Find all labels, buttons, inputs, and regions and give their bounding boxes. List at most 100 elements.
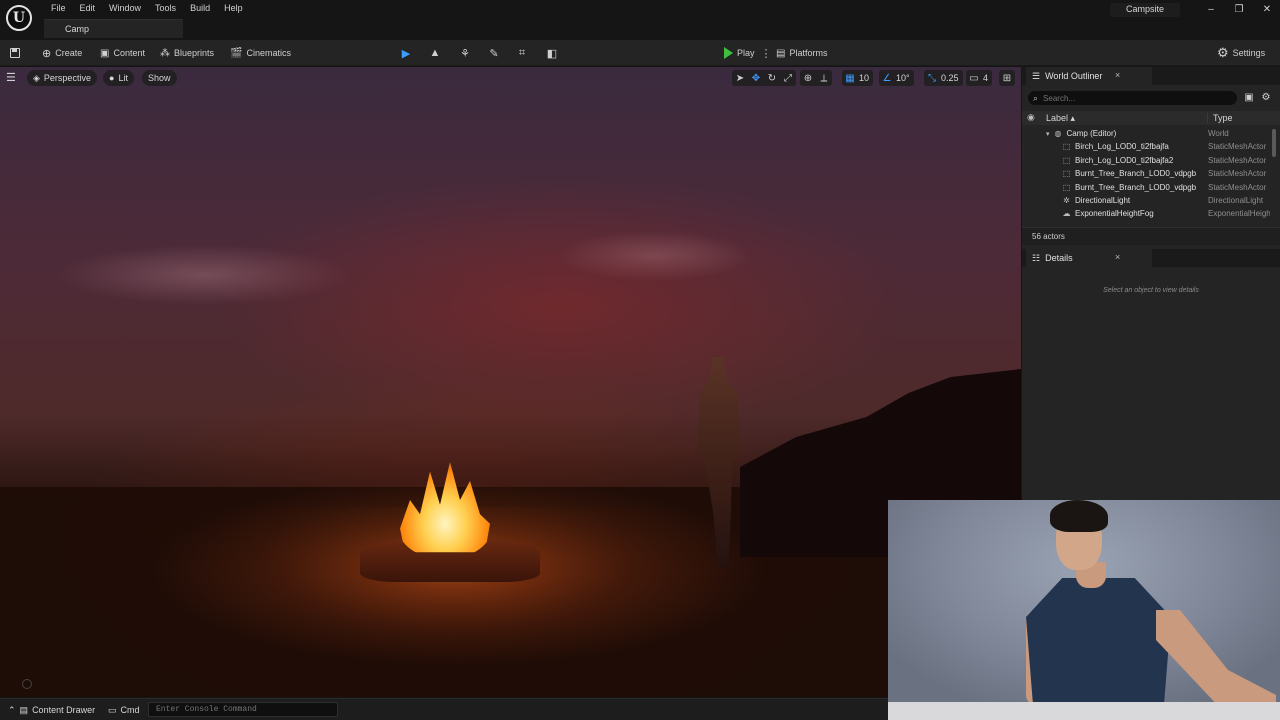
close-icon[interactable]: ✕: [1260, 3, 1274, 17]
restore-icon[interactable]: ❐: [1232, 3, 1246, 17]
level-tab[interactable]: Camp: [44, 19, 183, 38]
camera-speed-value: 4: [983, 73, 989, 83]
viewport-menu-icon[interactable]: ☰: [6, 72, 18, 84]
outliner-list: ▾ ◍ Camp (Editor) World ⬚ Birch_Log_LOD0…: [1022, 128, 1280, 222]
coordinate-tools: ⊕ ⟂: [800, 70, 832, 86]
scale-snap[interactable]: ⤡ 0.25: [924, 70, 963, 86]
maximize-viewport[interactable]: ⊞: [999, 70, 1015, 86]
fracture-mode-icon[interactable]: ⌗: [514, 45, 530, 61]
unreal-logo-icon[interactable]: U: [6, 5, 32, 31]
window-controls: – ❐ ✕: [1204, 3, 1274, 17]
content-drawer-button[interactable]: ⌃ ▤ Content Drawer: [8, 703, 95, 717]
cmd-button[interactable]: ▭ Cmd: [108, 703, 140, 717]
outliner-row[interactable]: ⬚ Birch_Log_LOD0_ti2fbajfa2 StaticMeshAc…: [1022, 155, 1280, 168]
minimize-icon[interactable]: –: [1204, 3, 1218, 17]
rotation-snap-value: 10°: [896, 73, 910, 83]
outliner-row-type: World: [1208, 129, 1229, 138]
details-tab-bar: ☷ Details ×: [1022, 249, 1280, 267]
terminal-icon: ▭: [108, 704, 117, 715]
visibility-eye-icon[interactable]: ◉: [1027, 112, 1035, 123]
surface-snap-icon[interactable]: ⟂: [816, 70, 832, 86]
outliner-row[interactable]: ⬚ Burnt_Tree_Branch_LOD0_vdpgb StaticMes…: [1022, 182, 1280, 195]
menu-build[interactable]: Build: [183, 2, 217, 16]
menu-tools[interactable]: Tools: [148, 2, 183, 16]
outliner-settings-icon[interactable]: ⚙: [1260, 92, 1272, 104]
level-viewport[interactable]: ☰ ◈ Perspective ● Lit Show ➤ ✥ ↻ ⤢ ⊕ ⟂ ▦…: [0, 67, 1021, 697]
translate-icon[interactable]: ✥: [748, 70, 764, 86]
modeling-mode-icon[interactable]: ◧: [544, 45, 560, 61]
grid-snap-icon: ▦: [845, 72, 855, 84]
rotation-snap[interactable]: ∠ 10°: [879, 70, 914, 86]
platforms-label: Platforms: [789, 48, 828, 58]
cinematics-button[interactable]: 🎬 Cinematics: [230, 45, 291, 61]
main-toolbar: ⊕ Create ▣ Content ⁂ Blueprints 🎬 Cinema…: [0, 40, 1280, 66]
outliner-row[interactable]: ⬚ Burnt_Tree_Branch_LOD0_vdpgb StaticMes…: [1022, 168, 1280, 181]
play-label: Play: [737, 48, 755, 58]
console-command-input[interactable]: [149, 703, 329, 714]
scale-icon[interactable]: ⤢: [780, 70, 796, 86]
save-icon: [10, 48, 20, 58]
menu-file[interactable]: File: [44, 2, 73, 16]
lit-button[interactable]: ● Lit: [103, 70, 134, 86]
platforms-button[interactable]: ▤ Platforms: [776, 45, 827, 61]
outliner-row-type: DirectionalLight: [1208, 195, 1264, 205]
outliner-row-label: Birch_Log_LOD0_ti2fbajfa2: [1075, 155, 1174, 165]
blueprints-button[interactable]: ⁂ Blueprints: [160, 45, 214, 61]
content-icon: ▣: [100, 47, 110, 59]
cinematics-icon: 🎬: [230, 47, 243, 59]
outliner-scrollbar[interactable]: [1272, 129, 1276, 157]
create-button[interactable]: ⊕ Create: [42, 45, 82, 61]
details-close-icon[interactable]: ×: [1115, 252, 1120, 262]
show-label: Show: [148, 73, 171, 83]
content-label: Content: [113, 48, 145, 58]
outliner-row-label: Camp (Editor): [1066, 129, 1117, 138]
settings-button[interactable]: ⚙ Settings: [1217, 45, 1265, 61]
mesh-paint-mode-icon[interactable]: ✎: [486, 45, 502, 61]
tab-world-outliner[interactable]: ☰ World Outliner: [1026, 67, 1152, 85]
fog-icon: ☁: [1062, 209, 1071, 219]
outliner-row-type: ExponentialHeightFog: [1208, 209, 1270, 219]
actor-count: 56 actors: [1022, 227, 1280, 245]
world-outliner-close-icon[interactable]: ×: [1115, 70, 1120, 80]
world-coordinates-icon[interactable]: ⊕: [800, 70, 816, 86]
content-button[interactable]: ▣ Content: [100, 45, 145, 61]
content-drawer-icon: ▤: [19, 704, 29, 715]
lit-label: Lit: [118, 73, 128, 83]
platforms-icon: ▤: [776, 47, 786, 59]
foliage-mode-icon[interactable]: ⚘: [457, 45, 473, 61]
select-mode-icon[interactable]: ▶: [398, 45, 414, 61]
outliner-search[interactable]: ⌕: [1028, 91, 1237, 105]
column-type[interactable]: Type: [1207, 113, 1233, 123]
add-folder-icon[interactable]: ▣: [1243, 92, 1255, 104]
play-button[interactable]: Play ⋮: [724, 45, 772, 61]
column-label[interactable]: Label ▴: [1046, 113, 1075, 124]
world-outliner-icon: ☰: [1032, 70, 1041, 81]
show-button[interactable]: Show: [142, 70, 177, 86]
save-button[interactable]: [10, 45, 20, 61]
outliner-row[interactable]: ☁ ExponentialHeightFog ExponentialHeight…: [1022, 208, 1280, 221]
outliner-row-type: StaticMeshActor: [1208, 142, 1267, 152]
perspective-button[interactable]: ◈ Perspective: [27, 70, 97, 86]
grid-snap-value: 10: [859, 73, 870, 83]
landscape-mode-icon[interactable]: ▲: [427, 45, 443, 61]
outliner-row[interactable]: ▾ ◍ Camp (Editor) World: [1022, 128, 1280, 141]
console-command-field[interactable]: [148, 702, 338, 717]
outliner-search-input[interactable]: [1043, 93, 1224, 103]
play-options-icon[interactable]: ⋮: [761, 47, 772, 60]
tab-details[interactable]: ☷ Details: [1026, 249, 1152, 267]
outliner-row[interactable]: ✲ DirectionalLight DirectionalLight: [1022, 195, 1280, 208]
menu-window[interactable]: Window: [102, 2, 148, 16]
cmd-label: Cmd: [120, 705, 140, 715]
grid-snap[interactable]: ▦ 10: [842, 70, 874, 86]
menu-bar: File Edit Window Tools Build Help: [44, 2, 250, 16]
rotate-icon[interactable]: ↻: [764, 70, 780, 86]
lit-icon: ●: [109, 73, 115, 83]
cinematics-label: Cinematics: [246, 48, 291, 58]
outliner-row[interactable]: ⬚ Birch_Log_LOD0_ti2fbajfa StaticMeshAct…: [1022, 141, 1280, 154]
menu-help[interactable]: Help: [217, 2, 250, 16]
select-arrow-icon[interactable]: ➤: [732, 70, 748, 86]
title-bar: U File Edit Window Tools Build Help Camp…: [0, 0, 1280, 40]
menu-edit[interactable]: Edit: [73, 2, 103, 16]
camera-speed[interactable]: ▭ 4: [966, 70, 993, 86]
expand-arrow-icon[interactable]: ▾: [1046, 130, 1050, 138]
